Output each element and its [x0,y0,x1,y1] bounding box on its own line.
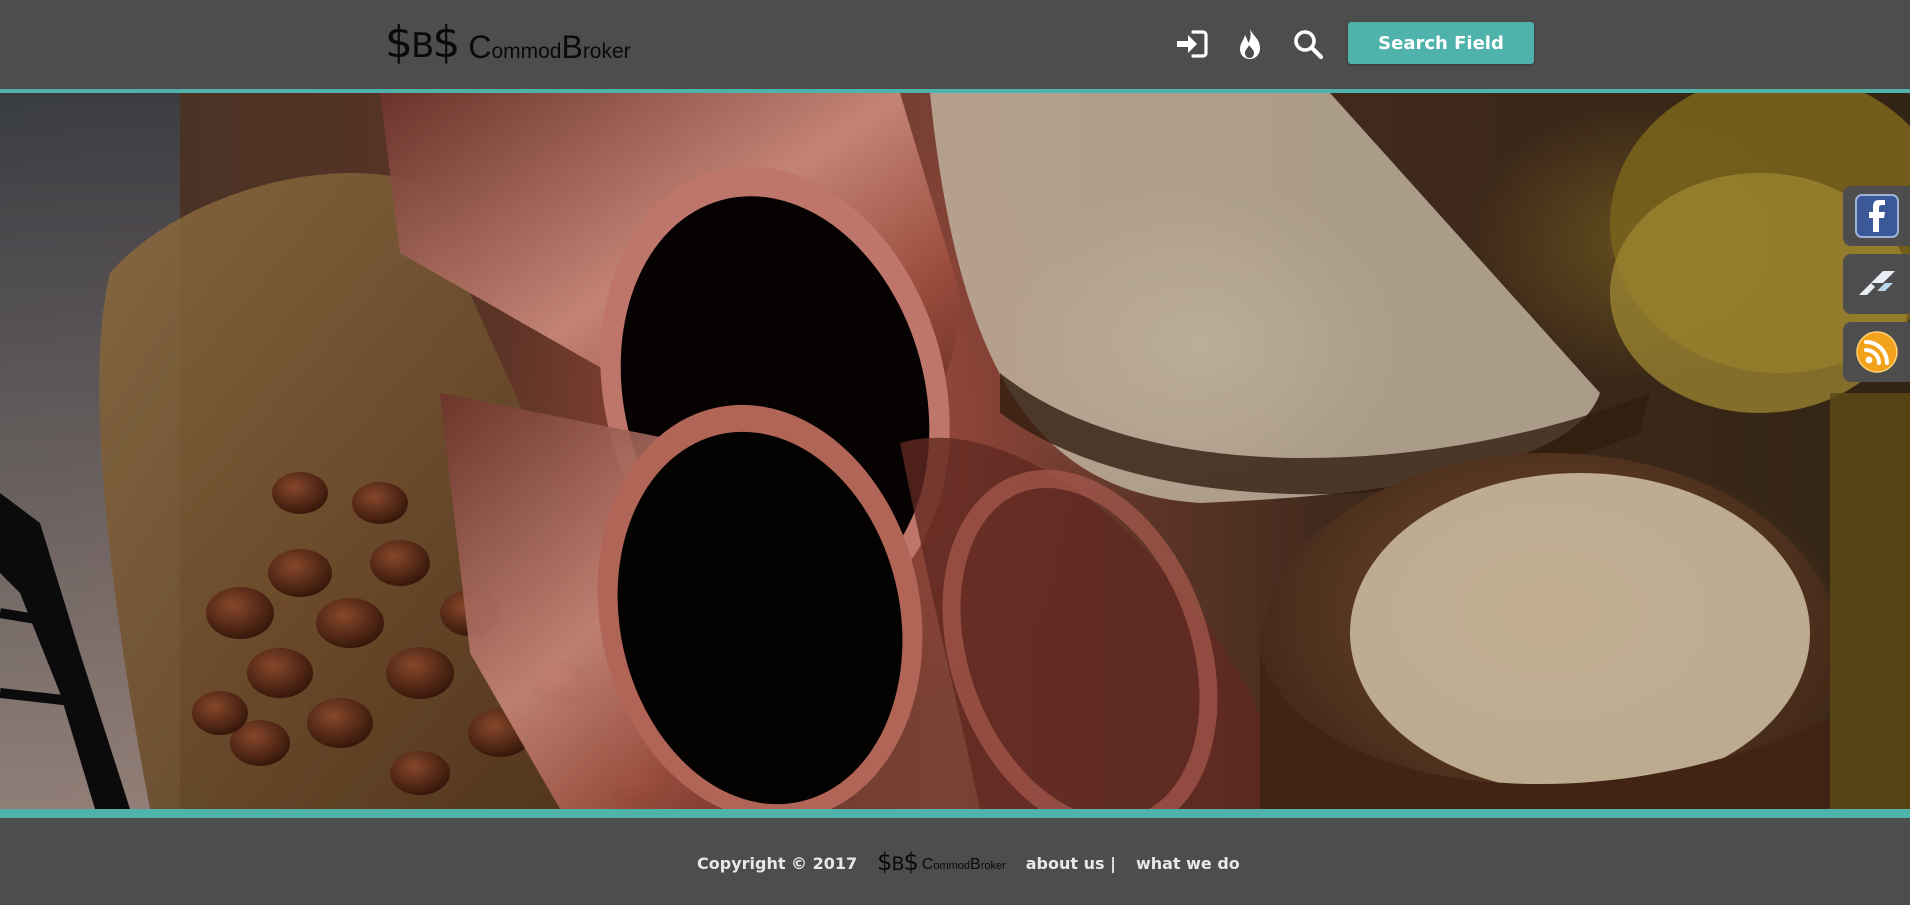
footer: Copyright © 2017 $B$ CommodBroker about … [0,818,1910,905]
accent-divider [0,809,1910,818]
facebook-button[interactable] [1843,186,1910,246]
sign-in-icon [1177,30,1208,58]
facebook-icon [1854,194,1899,238]
network-button[interactable] [1843,254,1910,314]
rss-button[interactable] [1843,322,1910,382]
search-toggle-button[interactable] [1290,26,1326,62]
logo-wordmark: CommodBroker [468,29,631,65]
sign-in-button[interactable] [1174,26,1210,62]
rss-icon [1855,331,1898,373]
hero-image [0,93,1910,809]
about-us-link[interactable]: about us | [1026,854,1116,873]
footer-row: Copyright © 2017 $B$ CommodBroker about … [697,848,1240,878]
hero-banner [0,93,1910,809]
what-we-do-link[interactable]: what we do [1136,854,1240,873]
trending-button[interactable] [1232,26,1268,62]
fire-icon [1240,29,1260,59]
header: $B$ CommodBroker Search Field [0,0,1910,93]
copyright-text: Copyright © 2017 [697,853,858,873]
network-icon [1858,271,1895,295]
search-field-button[interactable]: Search Field [1348,22,1534,64]
footer-logo-mark: $B$ [877,848,919,876]
logo-mark: $B$ [385,17,460,68]
search-icon [1294,30,1324,60]
site-logo[interactable]: $B$ CommodBroker [385,17,631,70]
page: $B$ CommodBroker Search Field Copyright … [0,0,1910,905]
footer-logo-wordmark: CommodBroker [921,856,1006,873]
footer-logo[interactable]: $B$ CommodBroker [877,849,1006,877]
